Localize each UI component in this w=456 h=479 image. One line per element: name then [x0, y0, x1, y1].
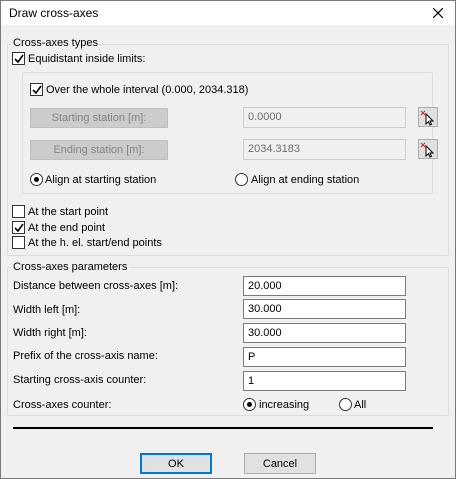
- width-right-label: Width right [m]:: [13, 327, 87, 339]
- cross-axes-types-legend: Cross-axes types: [11, 37, 100, 49]
- width-left-field[interactable]: 30.000: [243, 299, 406, 319]
- prefix-field[interactable]: P: [243, 347, 406, 367]
- close-button[interactable]: [423, 1, 453, 25]
- cancel-button[interactable]: Cancel: [244, 453, 316, 474]
- window-title: Draw cross-axes: [9, 6, 99, 20]
- width-right-field[interactable]: 30.000: [243, 323, 406, 343]
- cross-axes-parameters-legend: Cross-axes parameters: [11, 261, 130, 273]
- counter-increasing-label: increasing: [259, 399, 310, 411]
- counter-label: Cross-axes counter:: [13, 399, 112, 411]
- whole-interval-checkbox[interactable]: [30, 83, 43, 96]
- counter-all-label: All: [354, 399, 367, 411]
- check-icon: [32, 85, 42, 95]
- counter-increasing-radio[interactable]: [243, 398, 256, 411]
- align-start-label: Align at starting station: [45, 174, 157, 186]
- pick-ending-station-button[interactable]: [418, 139, 438, 159]
- start-point-checkbox[interactable]: [12, 205, 25, 218]
- ending-station-button[interactable]: Ending station [m]:: [30, 140, 168, 160]
- align-end-label: Align at ending station: [251, 174, 360, 186]
- check-icon: [14, 223, 24, 233]
- pick-from-drawing-icon: [420, 110, 435, 126]
- ok-button[interactable]: OK: [140, 453, 212, 474]
- counter-all-radio[interactable]: [339, 398, 352, 411]
- starting-station-button[interactable]: Starting station [m]:: [30, 108, 168, 128]
- start-point-label: At the start point: [28, 206, 109, 218]
- distance-label: Distance between cross-axes [m]:: [13, 280, 179, 292]
- check-icon: [14, 54, 24, 64]
- draw-cross-axes-dialog: Draw cross-axes Cross-axes types Equidis…: [0, 0, 456, 479]
- align-start-radio[interactable]: [30, 173, 43, 186]
- pick-from-drawing-icon: [420, 142, 435, 158]
- end-point-label: At the end point: [28, 222, 106, 234]
- prefix-label: Prefix of the cross-axis name:: [13, 350, 158, 362]
- close-icon: [433, 8, 443, 18]
- whole-interval-label: Over the whole interval (0.000, 2034.318…: [46, 84, 249, 96]
- title-bar: Draw cross-axes: [1, 1, 455, 25]
- hel-points-label: At the h. el. start/end points: [28, 237, 162, 249]
- align-end-radio[interactable]: [235, 173, 248, 186]
- ending-station-field[interactable]: 2034.3183: [243, 139, 406, 160]
- width-left-label: Width left [m]:: [13, 304, 81, 316]
- end-point-checkbox[interactable]: [12, 221, 25, 234]
- distance-field[interactable]: 20.000: [243, 276, 406, 296]
- counter-start-field[interactable]: 1: [243, 371, 406, 391]
- separator-line: [13, 427, 433, 429]
- equidistant-label: Equidistant inside limits:: [28, 53, 146, 65]
- starting-station-field[interactable]: 0.0000: [243, 107, 406, 128]
- counter-start-label: Starting cross-axis counter:: [13, 374, 147, 386]
- hel-points-checkbox[interactable]: [12, 236, 25, 249]
- pick-starting-station-button[interactable]: [418, 107, 438, 127]
- equidistant-checkbox[interactable]: [12, 52, 25, 65]
